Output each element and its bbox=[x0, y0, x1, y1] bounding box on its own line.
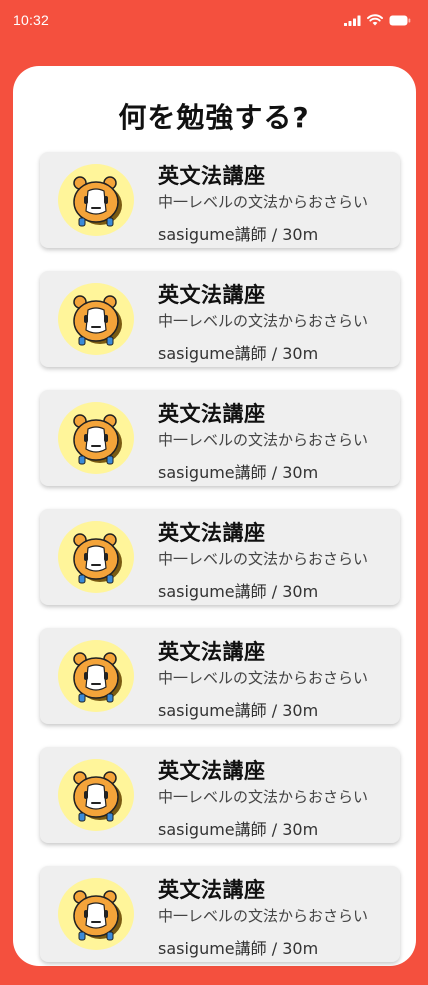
course-subtitle: 中一レベルの文法からおさらい bbox=[158, 312, 369, 330]
course-card[interactable]: 英文法講座 中一レベルの文法からおさらい sasigume講師 / 30m bbox=[40, 390, 400, 486]
course-subtitle: 中一レベルの文法からおさらい bbox=[158, 550, 369, 568]
course-title: 英文法講座 bbox=[158, 640, 266, 664]
hamster-mascot-icon bbox=[56, 758, 136, 832]
course-meta: sasigume講師 / 30m bbox=[158, 820, 319, 839]
course-meta: sasigume講師 / 30m bbox=[158, 701, 319, 720]
course-list: 英文法講座 中一レベルの文法からおさらい sasigume講師 / 30m 英文… bbox=[40, 152, 400, 985]
course-title: 英文法講座 bbox=[158, 759, 266, 783]
course-subtitle: 中一レベルの文法からおさらい bbox=[158, 669, 369, 687]
course-card[interactable]: 英文法講座 中一レベルの文法からおさらい sasigume講師 / 30m bbox=[40, 747, 400, 843]
course-title: 英文法講座 bbox=[158, 521, 266, 545]
course-card[interactable]: 英文法講座 中一レベルの文法からおさらい sasigume講師 / 30m bbox=[40, 628, 400, 724]
course-meta: sasigume講師 / 30m bbox=[158, 939, 319, 958]
status-icons bbox=[344, 14, 411, 26]
hamster-mascot-icon bbox=[56, 401, 136, 475]
course-subtitle: 中一レベルの文法からおさらい bbox=[158, 907, 369, 925]
course-subtitle: 中一レベルの文法からおさらい bbox=[158, 431, 369, 449]
course-card[interactable]: 英文法講座 中一レベルの文法からおさらい sasigume講師 / 30m bbox=[40, 271, 400, 367]
course-card[interactable]: 英文法講座 中一レベルの文法からおさらい sasigume講師 / 30m bbox=[40, 152, 400, 248]
course-subtitle: 中一レベルの文法からおさらい bbox=[158, 193, 369, 211]
course-meta: sasigume講師 / 30m bbox=[158, 582, 319, 601]
hamster-mascot-icon bbox=[56, 163, 136, 237]
course-meta: sasigume講師 / 30m bbox=[158, 225, 319, 244]
hamster-mascot-icon bbox=[56, 520, 136, 594]
course-title: 英文法講座 bbox=[158, 402, 266, 426]
course-subtitle: 中一レベルの文法からおさらい bbox=[158, 788, 369, 806]
cellular-signal-icon bbox=[344, 15, 361, 26]
battery-icon bbox=[389, 15, 411, 26]
status-bar: 10:32 bbox=[0, 0, 428, 44]
status-time: 10:32 bbox=[13, 12, 50, 28]
course-title: 英文法講座 bbox=[158, 283, 266, 307]
course-meta: sasigume講師 / 30m bbox=[158, 344, 319, 363]
wifi-icon bbox=[367, 14, 383, 26]
hamster-mascot-icon bbox=[56, 639, 136, 713]
hamster-mascot-icon bbox=[56, 282, 136, 356]
course-meta: sasigume講師 / 30m bbox=[158, 463, 319, 482]
hamster-mascot-icon bbox=[56, 877, 136, 951]
page-title: 何を勉強する? bbox=[118, 101, 310, 134]
course-title: 英文法講座 bbox=[158, 164, 266, 188]
course-card[interactable]: 英文法講座 中一レベルの文法からおさらい sasigume講師 / 30m bbox=[40, 866, 400, 962]
course-title: 英文法講座 bbox=[158, 878, 266, 902]
course-card[interactable]: 英文法講座 中一レベルの文法からおさらい sasigume講師 / 30m bbox=[40, 509, 400, 605]
